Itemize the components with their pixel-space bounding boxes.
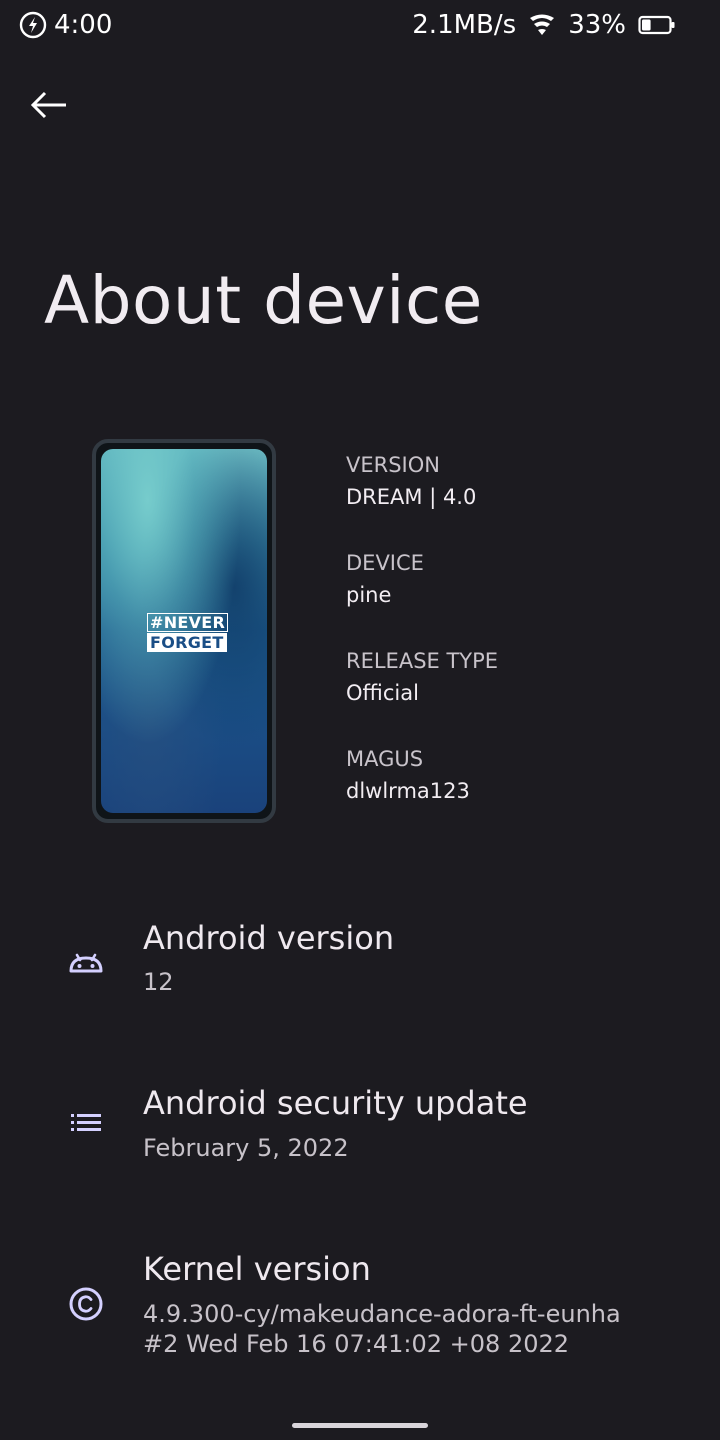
info-value: dlwlrma123 <box>346 779 470 803</box>
battery-fill <box>642 19 651 31</box>
back-button[interactable] <box>26 84 80 128</box>
info-magus: MAGUS dlwlrma123 <box>346 744 686 812</box>
pref-summary-line-2: #2 Wed Feb 16 07:41:02 +08 2022 <box>143 1330 570 1358</box>
wallpaper-text-line-2: FORGET <box>147 633 227 652</box>
pref-title: Android security update <box>143 1084 528 1122</box>
status-left: 4:00 <box>18 10 112 40</box>
info-label: VERSION <box>346 453 440 477</box>
pref-title: Kernel version <box>143 1250 371 1288</box>
page-title: About device <box>44 262 483 339</box>
status-time: 4:00 <box>54 10 113 40</box>
pref-android-version[interactable]: Android version 12 <box>0 905 720 1015</box>
info-value: Official <box>346 681 419 705</box>
pref-summary: February 5, 2022 <box>143 1134 349 1162</box>
device-info: VERSION DREAM | 4.0 DEVICE pine RELEASE … <box>346 450 686 842</box>
device-wallpaper: #NEVER FORGET <box>101 449 267 813</box>
wallpaper-text-line-1: #NEVER <box>147 613 229 632</box>
gesture-nav-handle[interactable] <box>292 1423 428 1428</box>
wallpaper-text: #NEVER FORGET <box>147 613 229 653</box>
android-icon <box>66 941 106 981</box>
status-bar: 4:00 2.1MB/s 33% <box>0 0 720 54</box>
info-version: VERSION DREAM | 4.0 <box>346 450 686 518</box>
info-value: pine <box>346 583 392 607</box>
info-label: MAGUS <box>346 747 424 771</box>
info-release-type: RELEASE TYPE Official <box>346 646 686 714</box>
list-icon <box>66 1104 106 1144</box>
copyright-icon <box>66 1284 106 1324</box>
info-label: DEVICE <box>346 551 424 575</box>
data-saver-icon <box>18 10 48 40</box>
device-image: #NEVER FORGET <box>92 439 276 823</box>
network-speed: 2.1MB/s <box>412 10 517 40</box>
battery-percent: 33% <box>568 10 626 40</box>
arrow-left-icon <box>26 91 70 132</box>
pref-summary-line-1: 4.9.300-cy/makeudance-adora-ft-eunha <box>143 1300 621 1328</box>
pref-title: Android version <box>143 919 395 957</box>
pref-summary: 12 <box>143 968 174 996</box>
battery-icon <box>638 15 676 35</box>
pref-kernel-version[interactable]: Kernel version 4.9.300-cy/makeudance-ado… <box>0 1238 720 1368</box>
status-right: 2.1MB/s 33% <box>412 10 676 40</box>
info-device: DEVICE pine <box>346 548 686 616</box>
info-value: DREAM | 4.0 <box>346 485 477 509</box>
wifi-icon <box>528 13 556 37</box>
pref-security-update[interactable]: Android security update February 5, 2022 <box>0 1072 720 1182</box>
info-label: RELEASE TYPE <box>346 649 499 673</box>
